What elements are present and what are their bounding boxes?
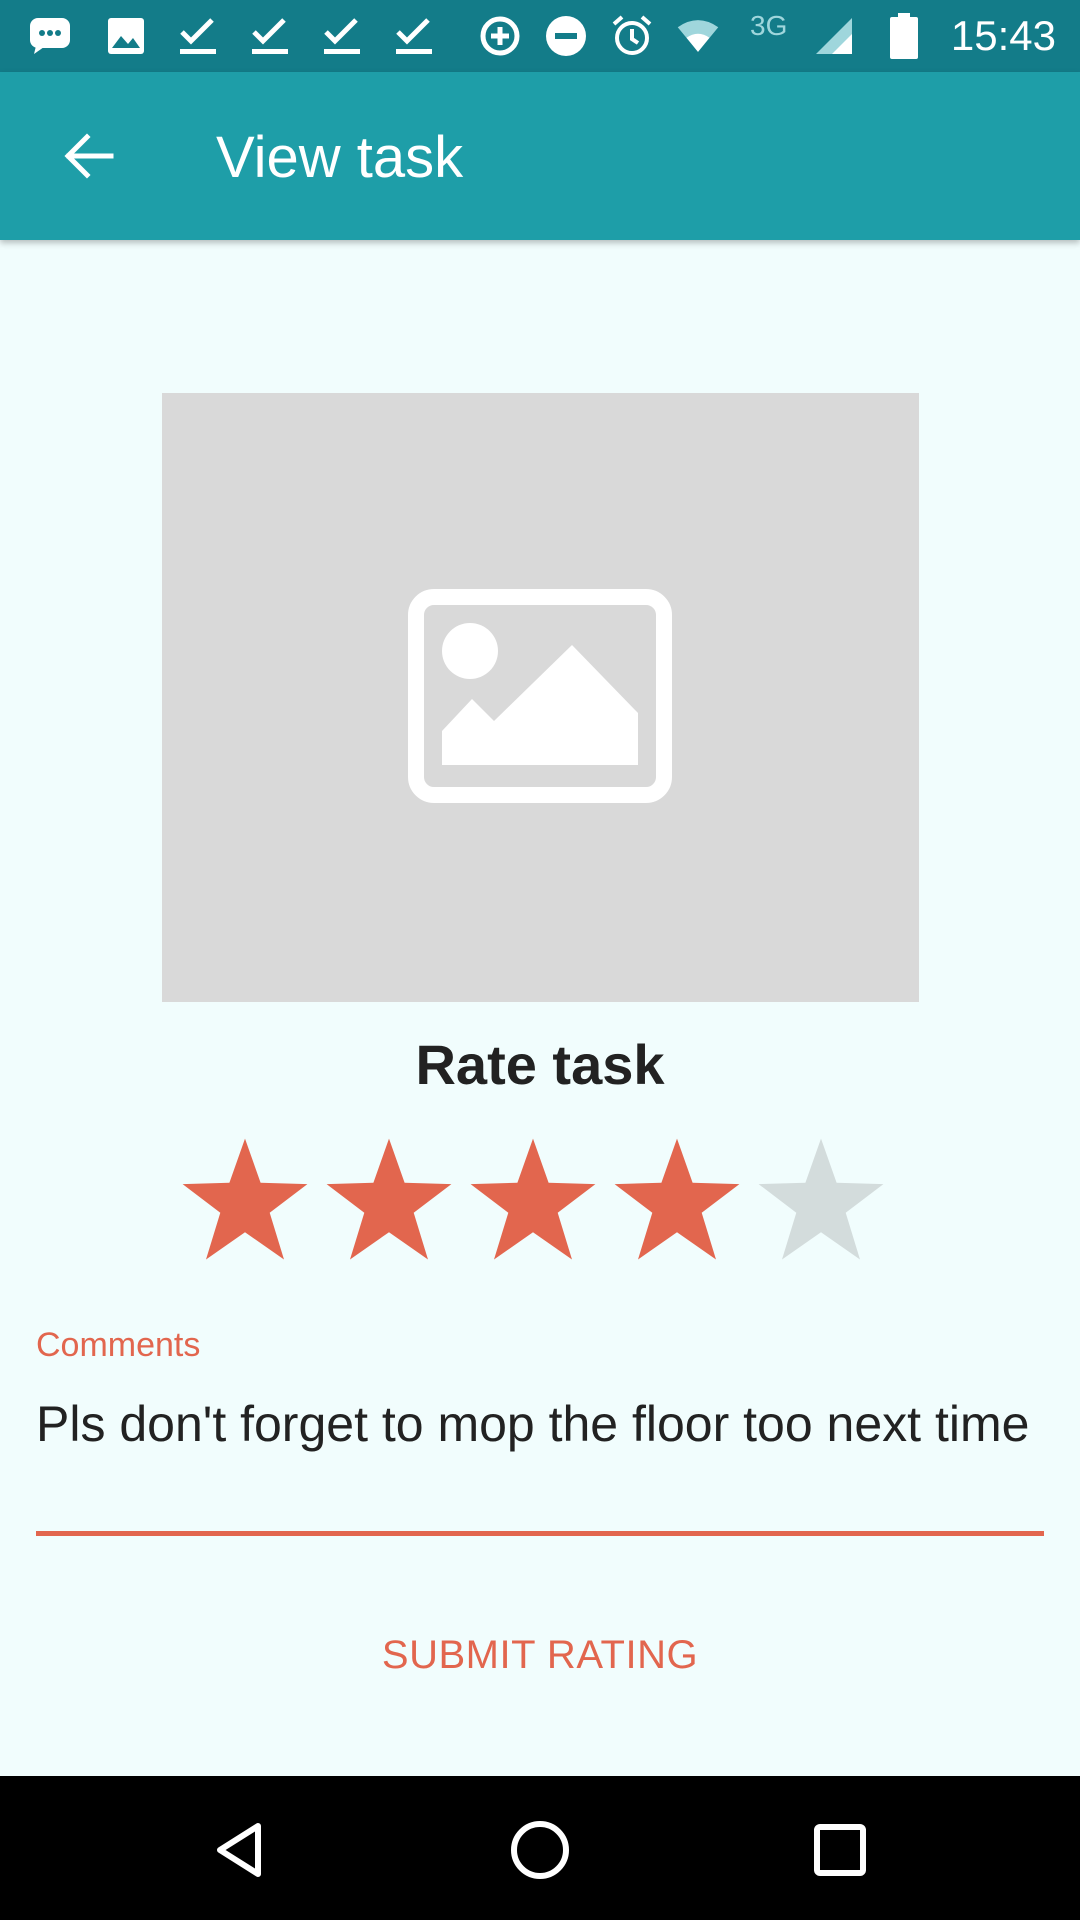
recents-nav-icon bbox=[814, 1824, 866, 1876]
home-nav-icon bbox=[511, 1821, 569, 1879]
star-empty-icon[interactable] bbox=[756, 1136, 886, 1266]
wifi-icon bbox=[676, 14, 720, 58]
star-filled-icon[interactable] bbox=[180, 1136, 310, 1266]
navigation-bar bbox=[0, 1776, 1080, 1920]
check-icon bbox=[320, 14, 364, 58]
home-nav-button[interactable] bbox=[500, 1810, 580, 1890]
status-bar: 3G 15:43 bbox=[0, 0, 1080, 72]
back-nav-icon bbox=[217, 1823, 261, 1877]
back-nav-button[interactable] bbox=[200, 1810, 280, 1890]
check-icon bbox=[392, 14, 436, 58]
star-filled-icon[interactable] bbox=[468, 1136, 598, 1266]
comments-label: Comments bbox=[36, 1326, 201, 1364]
data-saver-icon bbox=[478, 14, 522, 58]
back-button[interactable] bbox=[40, 108, 136, 204]
task-image bbox=[162, 393, 919, 1002]
battery-icon bbox=[882, 13, 926, 59]
check-icon bbox=[176, 14, 220, 58]
do-not-disturb-icon bbox=[544, 14, 588, 58]
image-icon bbox=[104, 14, 148, 58]
recents-nav-button[interactable] bbox=[800, 1810, 880, 1890]
image-placeholder-icon bbox=[408, 589, 672, 803]
signal-icon bbox=[812, 14, 856, 58]
star-rating bbox=[180, 1136, 900, 1266]
check-icon bbox=[248, 14, 292, 58]
star-filled-icon[interactable] bbox=[612, 1136, 742, 1266]
submit-rating-button[interactable]: SUBMIT RATING bbox=[300, 1620, 780, 1690]
star-filled-icon[interactable] bbox=[324, 1136, 454, 1266]
status-time: 15:43 bbox=[950, 12, 1056, 59]
message-icon bbox=[28, 14, 72, 58]
rate-task-title: Rate task bbox=[415, 1033, 665, 1096]
alarm-icon bbox=[610, 14, 654, 58]
comments-input[interactable]: Pls don't forget to mop the floor too ne… bbox=[36, 1392, 1044, 1536]
arrow-back-icon bbox=[64, 133, 114, 179]
network-type-label: 3G bbox=[750, 10, 788, 41]
app-bar: View task bbox=[0, 72, 1080, 240]
page-title: View task bbox=[216, 125, 464, 190]
